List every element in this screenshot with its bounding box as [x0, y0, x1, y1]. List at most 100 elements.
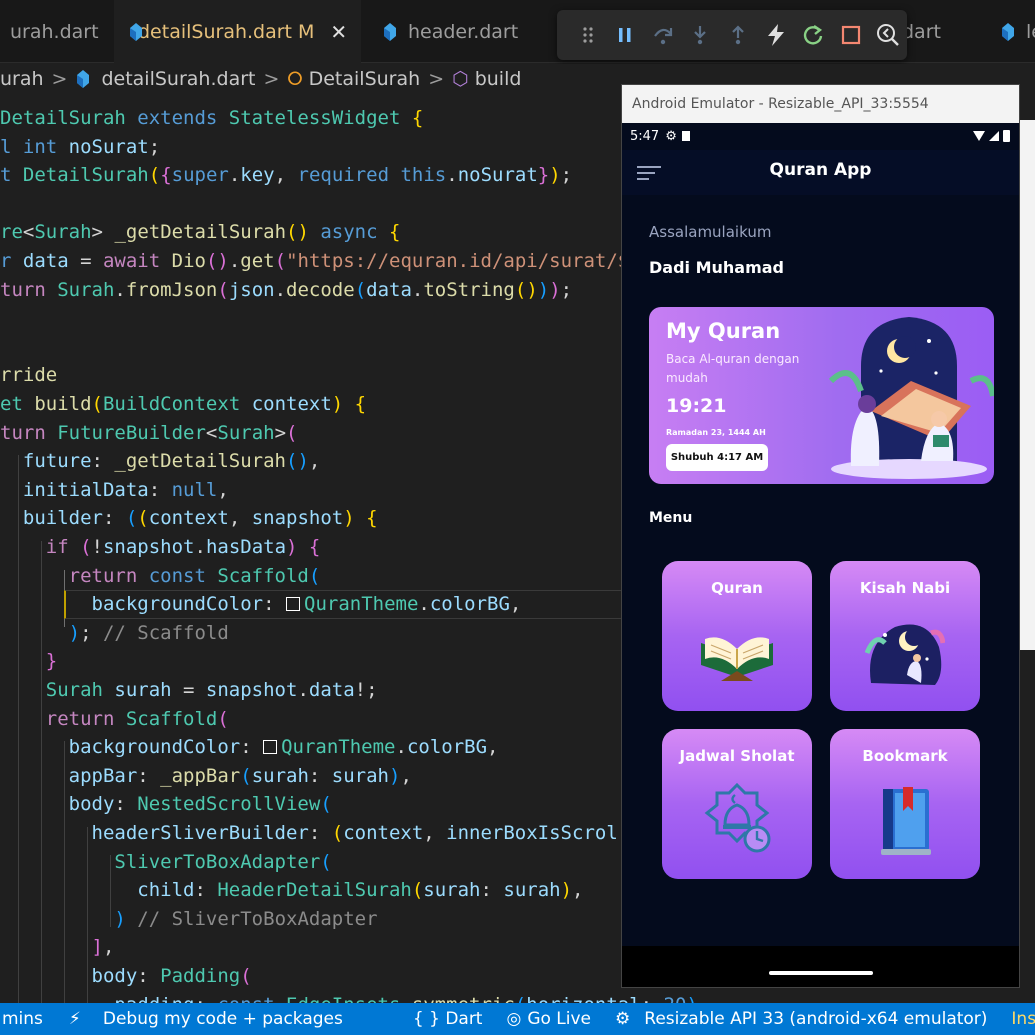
- menu-card-kisah-nabi[interactable]: Kisah Nabi: [830, 561, 980, 711]
- code-line: et build(BuildContext context) {: [0, 390, 366, 419]
- breadcrumb-item[interactable]: DetailSurah: [309, 68, 421, 90]
- tab-le[interactable]: le: [986, 0, 1035, 63]
- code-token: .: [446, 164, 458, 187]
- code-token: ): [114, 907, 126, 930]
- greeting: Assalamulaikum: [649, 223, 772, 241]
- code-token: ;: [560, 164, 573, 187]
- status-go-live[interactable]: ◎ Go Live: [506, 1009, 591, 1029]
- settings-icon: ⚙: [665, 128, 677, 144]
- code-token: body: [0, 793, 115, 816]
- home-gesture-bar[interactable]: [769, 971, 873, 975]
- status-install[interactable]: Install M: [1011, 1009, 1035, 1029]
- code-token: surah: [251, 764, 309, 787]
- status-time[interactable]: mins: [2, 1009, 43, 1029]
- code-token: .: [418, 593, 430, 616]
- status-debug[interactable]: ⚡ Debug my code + packages: [69, 1009, 343, 1029]
- code-token: :: [114, 793, 138, 816]
- code-token: return: [0, 707, 126, 730]
- code-line: appBar: _appBar(surah: surah),: [0, 762, 412, 791]
- code-line: backgroundColor: QuranTheme.colorBG,: [0, 590, 522, 619]
- code-token: future: [0, 450, 92, 473]
- last-read-banner[interactable]: My Quran Baca Al-quran dengan mudah 19:2…: [649, 307, 994, 484]
- close-icon[interactable]: ✕: [330, 20, 347, 44]
- code-token: int: [22, 135, 69, 158]
- breadcrumb-item[interactable]: urah: [0, 68, 44, 90]
- code-token: .: [297, 679, 309, 701]
- breadcrumb-item[interactable]: detailSurah.dart: [101, 68, 255, 90]
- menu-section-label: Menu: [649, 510, 693, 526]
- code-token: !: [91, 536, 103, 558]
- status-device[interactable]: ⚙ Resizable API 33 (android-x64 emulator…: [615, 1009, 987, 1029]
- code-token: :: [102, 507, 126, 530]
- step-out-icon[interactable]: [719, 15, 757, 55]
- code-token: (: [308, 564, 321, 587]
- inspect-icon[interactable]: [870, 15, 908, 55]
- restart-icon[interactable]: [794, 15, 832, 55]
- chevron-right-icon: >: [263, 68, 280, 90]
- code-line: padding: const EdgeInsets.symmetric(hori…: [0, 991, 698, 1003]
- code-token: backgroundColor: [0, 736, 241, 759]
- code-token: (: [240, 764, 252, 787]
- code-token: .: [400, 994, 411, 1003]
- code-token: colorBG: [406, 736, 488, 759]
- gripper-icon[interactable]: [569, 15, 607, 55]
- code-line: headerSliverBuilder: (context, innerBoxI…: [0, 819, 618, 848]
- prayer-time-chip[interactable]: Shubuh 4:17 AM: [666, 444, 768, 471]
- step-over-icon[interactable]: [644, 15, 682, 55]
- code-token: required: [297, 164, 401, 187]
- user-name: Dadi Muhamad: [649, 258, 785, 277]
- menu-card-quran[interactable]: Quran: [662, 561, 812, 711]
- stop-icon[interactable]: [832, 15, 870, 55]
- code-token: (: [91, 393, 103, 415]
- code-token: await: [102, 250, 172, 272]
- code-line: t DetailSurah({super.key, required this.…: [0, 161, 572, 190]
- code-token: .: [228, 250, 241, 272]
- code-token: >: [91, 221, 115, 244]
- code-token: :: [148, 478, 172, 501]
- code-token: l: [0, 135, 23, 158]
- tab-header-dart[interactable]: header.dart: [368, 0, 532, 63]
- color-swatch-icon[interactable]: [263, 740, 278, 755]
- step-into-icon[interactable]: [682, 15, 720, 55]
- app-bar: Quran App: [622, 150, 1019, 195]
- pause-icon[interactable]: [607, 15, 645, 55]
- code-token: QuranTheme: [304, 593, 419, 616]
- code-token: null: [171, 478, 218, 501]
- code-token: innerBoxIsScrol: [446, 822, 618, 844]
- code-token: re: [0, 221, 23, 244]
- code-token: ): [549, 164, 561, 187]
- menu-card-bookmark[interactable]: Bookmark: [830, 729, 980, 879]
- hot-reload-icon[interactable]: [757, 15, 795, 55]
- code-token: surah: [503, 879, 561, 902]
- code-token: ,: [228, 507, 252, 530]
- code-token: snapshot: [251, 507, 344, 530]
- code-token: ): [343, 507, 367, 530]
- code-token: rride: [0, 364, 58, 387]
- code-line: Surah surah = snapshot.data!;: [0, 676, 378, 705]
- breadcrumb-item[interactable]: build: [475, 68, 522, 90]
- code-token: backgroundColor: [0, 593, 264, 616]
- code-token: NestedScrollView: [137, 793, 321, 816]
- code-token: (: [331, 822, 344, 844]
- tab-detailsurah-dart[interactable]: detailSurah.dart M ✕: [114, 0, 361, 63]
- code-token: Padding: [160, 965, 241, 987]
- code-token: ): [389, 764, 401, 787]
- code-token: key: [240, 164, 275, 187]
- chevron-right-icon: >: [428, 68, 445, 90]
- code-token: et: [0, 393, 35, 415]
- code-token: (: [217, 707, 229, 730]
- code-line: builder: ((context, snapshot) {: [0, 504, 378, 533]
- method-symbol-icon: ⬡: [452, 68, 469, 90]
- color-swatch-icon[interactable]: [286, 597, 300, 612]
- night-prayer-icon: [865, 624, 945, 685]
- status-language[interactable]: { } Dart: [413, 1009, 483, 1029]
- tab-urah-dart[interactable]: urah.dart: [0, 0, 113, 63]
- code-token: r: [0, 250, 23, 272]
- code-token: >: [274, 421, 287, 444]
- menu-card-jadwal-sholat[interactable]: Jadwal Sholat: [662, 729, 812, 879]
- code-token: :: [194, 994, 217, 1003]
- code-token: (: [80, 536, 92, 558]
- sd-card-icon: [681, 131, 690, 141]
- code-token: _getDetailSurah: [114, 221, 287, 244]
- bookmark-book-icon: [881, 787, 931, 855]
